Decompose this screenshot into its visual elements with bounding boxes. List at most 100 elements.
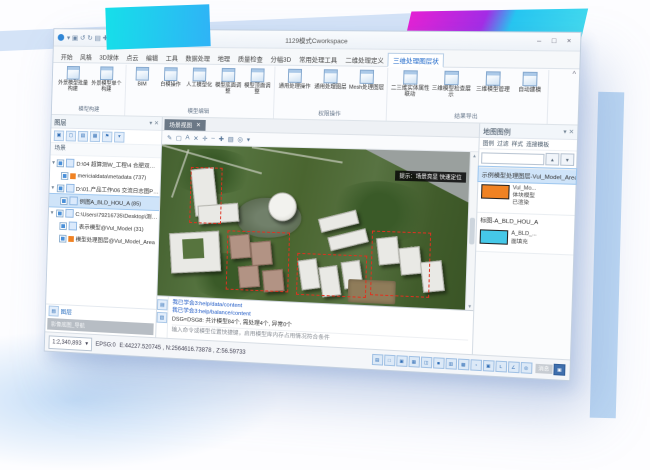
scroll-down-icon[interactable]: ▼	[467, 304, 472, 309]
status-tool-icon[interactable]: ▣	[482, 360, 494, 372]
target-icon[interactable]: ◎	[237, 135, 243, 143]
zoom-in-icon[interactable]: ✚	[219, 135, 224, 143]
visibility-checkbox[interactable]	[59, 222, 67, 230]
close-icon[interactable]: ✕	[569, 128, 575, 135]
scene-3d-viewport[interactable]: 提示：场景亮显 快速定位	[157, 145, 470, 310]
map-icon[interactable]: ▦	[90, 131, 101, 142]
model-bottom-adjust-button[interactable]: 模型底面调整	[213, 66, 243, 96]
tab-quality-check[interactable]: 质量检查	[234, 52, 267, 64]
scroll-thumb[interactable]	[469, 218, 475, 245]
ribbon-group-permissions: 通用处理操作 通用处理图层 Mesh处理图层 权限操作	[274, 67, 388, 121]
close-tab-icon[interactable]: ✕	[196, 122, 201, 129]
tab-edit[interactable]: 编辑	[142, 51, 162, 63]
filter-icon[interactable]: ⚑	[102, 131, 113, 142]
collapse-ribbon-icon[interactable]: ^	[572, 71, 576, 78]
open-datasource-icon[interactable]: ▢	[66, 130, 76, 141]
status-tool-icon[interactable]: ▣	[553, 364, 565, 376]
move-down-button[interactable]: ▼	[560, 153, 574, 166]
white-model-button[interactable]: 白模操作	[156, 65, 185, 88]
tab-tile-3d[interactable]: 分幅3D	[267, 53, 296, 65]
pin-icon[interactable]: ▾	[149, 120, 152, 127]
tab-style[interactable]: 风格	[76, 51, 96, 63]
legend-search-input[interactable]	[481, 152, 545, 165]
text-icon[interactable]: A	[185, 134, 189, 141]
status-tool-icon[interactable]: L	[495, 361, 507, 373]
clear-log-icon[interactable]: ▤	[157, 299, 168, 310]
legend-tab[interactable]: 图例	[483, 139, 495, 147]
close-button[interactable]: ×	[562, 38, 576, 45]
tab-common-tools[interactable]: 常用处理工具	[295, 53, 341, 66]
visibility-checkbox[interactable]	[57, 159, 65, 167]
save-icon[interactable]: ▣	[72, 34, 78, 42]
menu-dropdown-icon[interactable]: ▾	[67, 34, 70, 42]
general-layer-button[interactable]: 通用处理图层	[312, 67, 349, 91]
model-top-adjust-button[interactable]: 模型顶面调整	[242, 66, 272, 96]
visibility-checkbox[interactable]	[56, 209, 64, 217]
datasource-icon	[66, 184, 75, 193]
status-tool-icon[interactable]: ▤	[371, 354, 382, 366]
delete-icon[interactable]: ✕	[193, 134, 198, 142]
message-button[interactable]: 消息	[535, 364, 553, 374]
expander-icon[interactable]: ▾	[51, 209, 55, 216]
tab-start[interactable]: 开始	[57, 50, 77, 62]
tab-data-processing[interactable]: 数据处理	[181, 52, 214, 64]
move-up-button[interactable]: ▲	[545, 153, 559, 166]
manual-model-button[interactable]: 人工模型化	[185, 65, 214, 88]
legend-entry[interactable]: Vul_Mo... 体块模型 已渲染	[477, 181, 575, 215]
redo-icon[interactable]: ↻	[87, 34, 93, 42]
workspace-icon[interactable]: ▤	[95, 34, 101, 42]
undo-icon[interactable]: ↺	[80, 34, 86, 42]
status-tool-icon[interactable]: ∠	[507, 361, 519, 373]
batch-build-button[interactable]: 外景模型批量构建	[56, 64, 90, 93]
status-tool-icon[interactable]: ▩	[457, 359, 469, 371]
pin-icon[interactable]: ▾	[563, 128, 566, 135]
model-check-button[interactable]: 三维模型检查展示	[430, 69, 472, 100]
attribute-link-button[interactable]: 二三维实体属性联动	[389, 68, 431, 98]
single-build-button[interactable]: 外景模型单个构建	[89, 64, 123, 93]
dropdown-icon[interactable]: ▾	[114, 131, 125, 142]
new-datasource-icon[interactable]: ▣	[54, 130, 64, 141]
layers-icon[interactable]: ▧	[228, 135, 234, 143]
tab-geography[interactable]: 地理	[214, 52, 234, 64]
style-tab[interactable]: 样式	[512, 140, 524, 149]
dropdown-icon[interactable]: ▾	[247, 135, 250, 143]
mesh-layer-button[interactable]: Mesh处理图层	[348, 68, 385, 92]
status-tool-icon[interactable]: ▣	[396, 355, 408, 367]
visibility-checkbox[interactable]	[61, 172, 69, 180]
zoom-out-icon[interactable]: –	[211, 135, 215, 142]
general-ops-button[interactable]: 通用处理操作	[277, 67, 313, 91]
model-manage-button[interactable]: 三维模型管理	[472, 69, 515, 93]
scroll-up-icon[interactable]: ▲	[472, 153, 477, 158]
tab-2d-processing[interactable]: 二维处理定义	[341, 53, 388, 66]
tab-point-cloud[interactable]: 点云	[122, 51, 142, 63]
expander-icon[interactable]: ▾	[51, 184, 55, 191]
maximize-button[interactable]: □	[547, 38, 561, 45]
status-tool-icon[interactable]: □	[384, 355, 396, 367]
scale-dropdown[interactable]: 1:2,340,893 ▾	[48, 335, 92, 351]
rectangle-icon[interactable]: ▢	[176, 134, 182, 142]
visibility-checkbox[interactable]	[56, 184, 64, 192]
status-tool-icon[interactable]: ◎	[520, 362, 532, 374]
visibility-checkbox[interactable]	[59, 234, 67, 242]
tab-3d-sphere[interactable]: 3D球体	[95, 51, 122, 63]
export-log-icon[interactable]: ▥	[157, 312, 168, 323]
tab-tools[interactable]: 工具	[162, 51, 182, 63]
status-tool-icon[interactable]: ▦	[408, 356, 420, 368]
draw-pen-icon[interactable]: ✎	[167, 133, 172, 141]
expander-icon[interactable]: ▾	[52, 159, 55, 166]
status-tool-icon[interactable]: ■	[433, 357, 445, 369]
pan-icon[interactable]: ✛	[202, 134, 207, 142]
minimize-button[interactable]: –	[532, 38, 546, 45]
filter-tab[interactable]: 过滤	[497, 139, 509, 147]
status-tool-icon[interactable]: ◔	[470, 359, 482, 371]
dataset-icon[interactable]: ▤	[78, 130, 89, 141]
status-tool-icon[interactable]: ◫	[420, 357, 432, 369]
bim-button[interactable]: BIM	[128, 65, 157, 88]
template-tab[interactable]: 连接模板	[526, 140, 549, 149]
close-icon[interactable]: ✕	[154, 120, 159, 127]
visibility-checkbox[interactable]	[60, 197, 68, 205]
auto-model-button[interactable]: 自动建模	[514, 70, 547, 94]
status-tool-icon[interactable]: ▥	[445, 358, 457, 370]
scene-view-tab[interactable]: 场景视图 ✕	[164, 119, 205, 131]
tab-3d-processing-layer[interactable]: 三维处理图层状	[388, 53, 444, 68]
